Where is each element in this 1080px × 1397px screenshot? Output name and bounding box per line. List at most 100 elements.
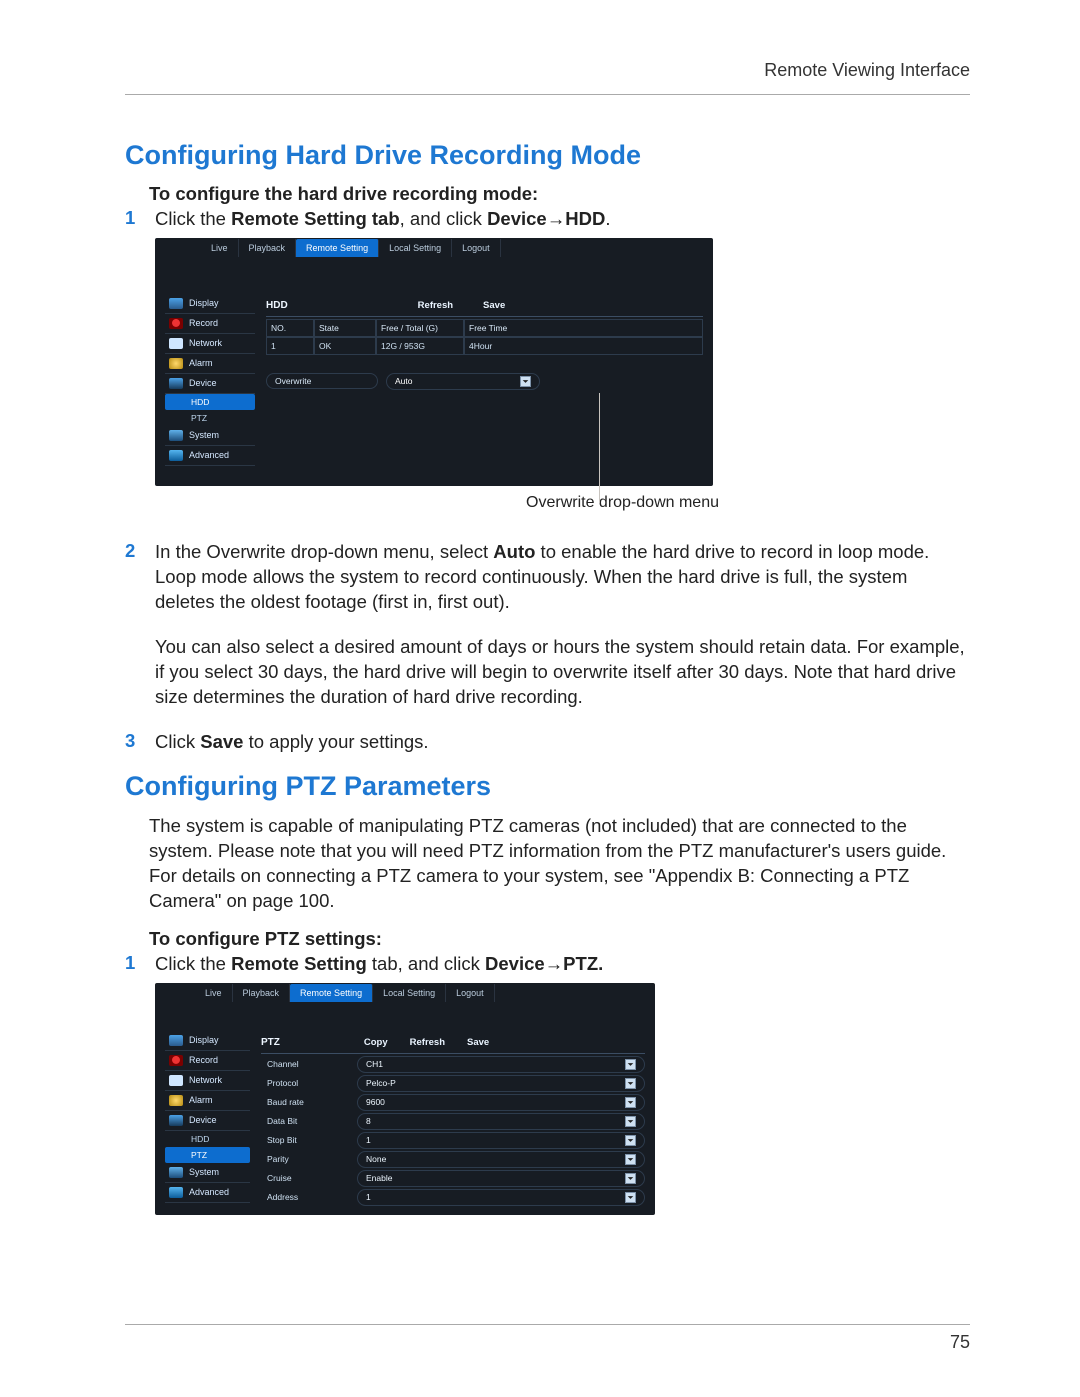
chevron-down-icon — [625, 1078, 636, 1089]
section1-subhead: To configure the hard drive recording mo… — [149, 183, 970, 205]
address-dropdown[interactable]: 1 — [357, 1189, 645, 1206]
panel-title: HDD — [266, 300, 288, 311]
td-no: 1 — [266, 337, 314, 355]
databit-dropdown[interactable]: 8 — [357, 1113, 645, 1130]
baud-dropdown[interactable]: 9600 — [357, 1094, 645, 1111]
step-number: 3 — [125, 730, 155, 755]
th-freetime: Free Time — [464, 319, 703, 337]
tab-playback[interactable]: Playback — [239, 239, 297, 257]
callout-line — [599, 393, 600, 503]
th-no: NO. — [266, 319, 314, 337]
sidebar-item-device[interactable]: Device — [165, 374, 255, 394]
tab-remote-setting[interactable]: Remote Setting — [290, 984, 373, 1002]
sidebar-item-record[interactable]: Record — [165, 314, 255, 334]
sidebar-item-system[interactable]: System — [165, 426, 255, 446]
chevron-down-icon — [625, 1059, 636, 1070]
ptz-label: Address — [261, 1190, 357, 1204]
panel-title: PTZ — [261, 1037, 280, 1048]
cruise-dropdown[interactable]: Enable — [357, 1170, 645, 1187]
tab-logout[interactable]: Logout — [452, 239, 501, 257]
overwrite-dropdown[interactable]: Auto — [386, 373, 540, 390]
sidebar-item-alarm[interactable]: Alarm — [165, 1091, 250, 1111]
td-freetime: 4Hour — [464, 337, 703, 355]
hdd-table: NO. State Free / Total (G) Free Time 1 O… — [266, 319, 703, 355]
sidebar-item-network[interactable]: Network — [165, 1071, 250, 1091]
chevron-down-icon — [625, 1154, 636, 1165]
tab-local-setting[interactable]: Local Setting — [373, 984, 446, 1002]
ptz-row-parity: Parity None — [261, 1151, 645, 1168]
td-free: 12G / 953G — [376, 337, 464, 355]
sidebar-sub-hdd[interactable]: HDD — [165, 1131, 250, 1147]
channel-dropdown[interactable]: CH1 — [357, 1056, 645, 1073]
alarm-icon — [169, 358, 183, 369]
device-icon — [169, 1115, 183, 1126]
ptz-label: Protocol — [261, 1076, 357, 1090]
ptz-label: Data Bit — [261, 1114, 357, 1128]
sidebar-sub-ptz[interactable]: PTZ — [165, 410, 255, 426]
sidebar-item-advanced[interactable]: Advanced — [165, 1183, 250, 1203]
tab-playback[interactable]: Playback — [233, 984, 291, 1002]
topnav: Live Playback Remote Setting Local Setti… — [155, 238, 713, 258]
record-icon — [169, 318, 183, 329]
header-rule — [125, 94, 970, 95]
sidebar-item-system[interactable]: System — [165, 1163, 250, 1183]
step-3: 3 Click Save to apply your settings. — [125, 730, 970, 755]
tab-logout[interactable]: Logout — [446, 984, 495, 1002]
table-row: 1 OK 12G / 953G 4Hour — [266, 337, 703, 355]
alarm-icon — [169, 1095, 183, 1106]
step-2-paragraph: You can also select a desired amount of … — [155, 635, 970, 710]
ptz-row-cruise: Cruise Enable — [261, 1170, 645, 1187]
th-state: State — [314, 319, 376, 337]
sidebar-item-display[interactable]: Display — [165, 1031, 250, 1051]
tab-live[interactable]: Live — [201, 239, 239, 257]
system-icon — [169, 1167, 183, 1178]
system-icon — [169, 430, 183, 441]
device-icon — [169, 378, 183, 389]
protocol-dropdown[interactable]: Pelco-P — [357, 1075, 645, 1092]
section2-intro: The system is capable of manipulating PT… — [149, 814, 970, 914]
ptz-label: Stop Bit — [261, 1133, 357, 1147]
sidebar-item-device[interactable]: Device — [165, 1111, 250, 1131]
ptz-label: Parity — [261, 1152, 357, 1166]
step-text: In the Overwrite drop-down menu, select … — [155, 540, 970, 615]
step-number: 1 — [125, 952, 155, 977]
topnav: Live Playback Remote Setting Local Setti… — [155, 983, 655, 1003]
tab-remote-setting[interactable]: Remote Setting — [296, 239, 379, 257]
globe-icon — [169, 338, 183, 349]
step-number: 1 — [125, 207, 155, 232]
sidebar-sub-hdd[interactable]: HDD — [165, 394, 255, 410]
refresh-button[interactable]: Refresh — [418, 300, 453, 311]
stopbit-dropdown[interactable]: 1 — [357, 1132, 645, 1149]
step-text: Click Save to apply your settings. — [155, 730, 970, 755]
advanced-icon — [169, 450, 183, 461]
tab-live[interactable]: Live — [195, 984, 233, 1002]
copy-button[interactable]: Copy — [364, 1037, 388, 1048]
sidebar: Display Record Network Alarm Device HDD … — [155, 1025, 255, 1215]
chevron-down-icon — [625, 1116, 636, 1127]
ptz-panel: PTZ Copy Refresh Save Channel CH1 Protoc… — [255, 1025, 655, 1215]
footer-rule — [125, 1324, 970, 1325]
tab-local-setting[interactable]: Local Setting — [379, 239, 452, 257]
sidebar: Display Record Network Alarm Device HDD … — [155, 288, 260, 472]
globe-icon — [169, 1075, 183, 1086]
section2-step-1: 1 Click the Remote Setting tab, and clic… — [125, 952, 970, 977]
sidebar-item-advanced[interactable]: Advanced — [165, 446, 255, 466]
sidebar-item-network[interactable]: Network — [165, 334, 255, 354]
parity-dropdown[interactable]: None — [357, 1151, 645, 1168]
ptz-row-protocol: Protocol Pelco-P — [261, 1075, 645, 1092]
sidebar-sub-ptz[interactable]: PTZ — [165, 1147, 250, 1163]
save-button[interactable]: Save — [483, 300, 505, 311]
ptz-label: Baud rate — [261, 1095, 357, 1109]
refresh-button[interactable]: Refresh — [410, 1037, 445, 1048]
th-free: Free / Total (G) — [376, 319, 464, 337]
sidebar-item-alarm[interactable]: Alarm — [165, 354, 255, 374]
monitor-icon — [169, 298, 183, 309]
step-2: 2 In the Overwrite drop-down menu, selec… — [125, 540, 970, 615]
chevron-down-icon — [625, 1097, 636, 1108]
ptz-row-channel: Channel CH1 — [261, 1056, 645, 1073]
save-button[interactable]: Save — [467, 1037, 489, 1048]
sidebar-item-record[interactable]: Record — [165, 1051, 250, 1071]
overwrite-label: Overwrite — [266, 373, 378, 389]
sidebar-item-display[interactable]: Display — [165, 294, 255, 314]
ptz-row-baud: Baud rate 9600 — [261, 1094, 645, 1111]
